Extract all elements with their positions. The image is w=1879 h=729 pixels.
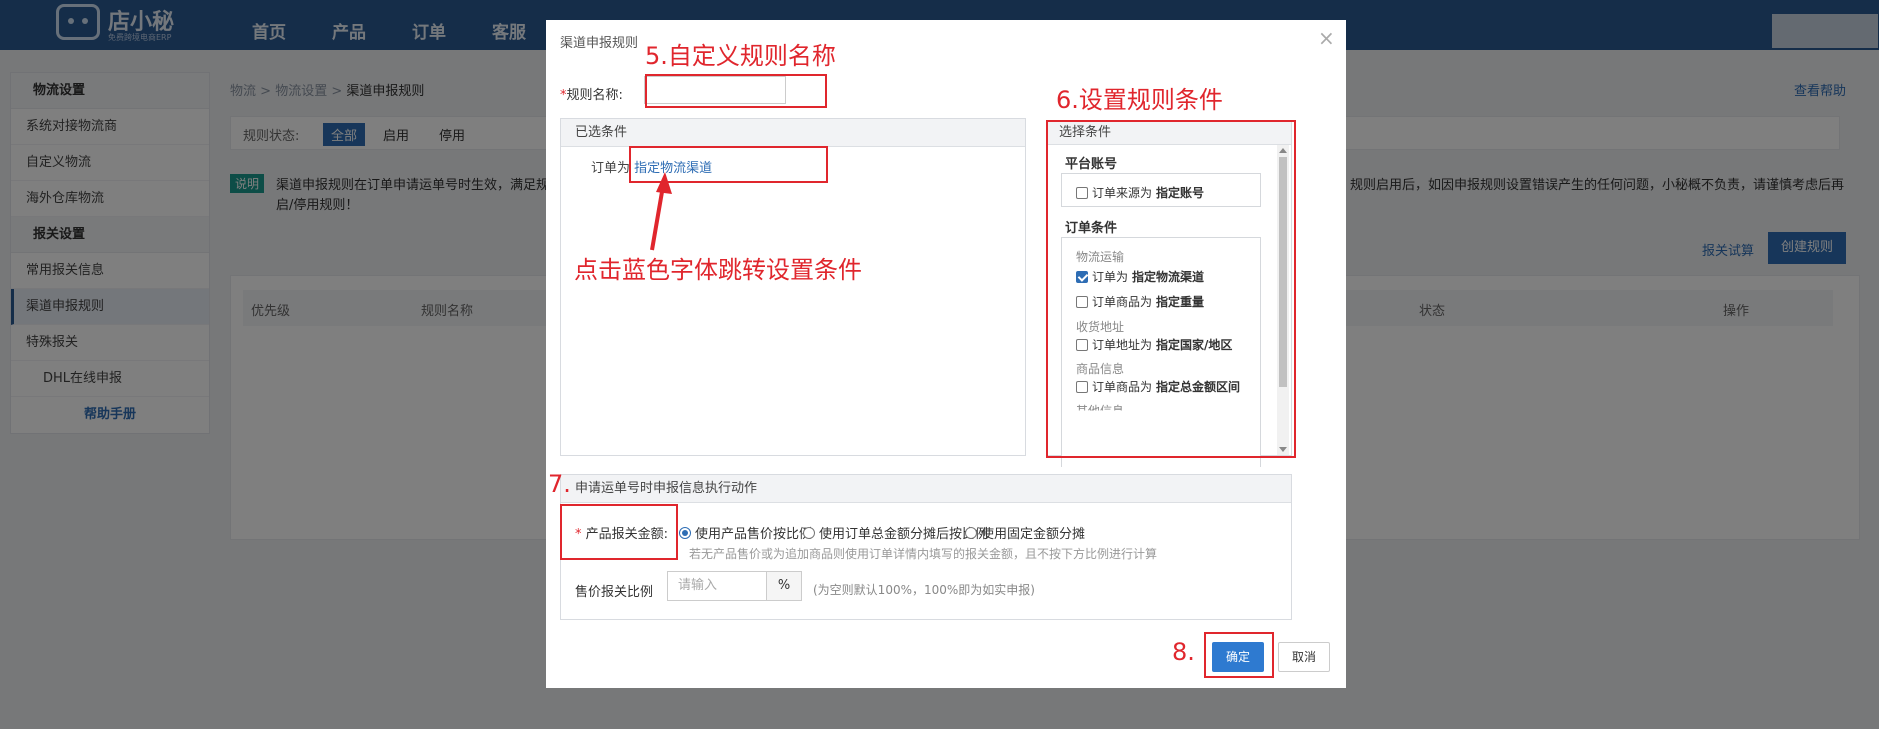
- cancel-button[interactable]: 取消: [1278, 642, 1330, 672]
- radio-label: 使用订单总金额分摊后按比例: [819, 527, 989, 542]
- annotation-step7: 7.: [548, 470, 571, 498]
- ratio-label: 售价报关比例: [575, 585, 654, 600]
- radio-order-total[interactable]: 使用订单总金额分摊后按比例: [803, 523, 988, 542]
- radio-product-price[interactable]: 使用产品售价按比例: [679, 523, 812, 542]
- radio-icon-checked[interactable]: [679, 526, 691, 539]
- annotation-box-condition-link: [629, 146, 828, 183]
- radio-label: 使用产品售价按比例: [695, 527, 813, 542]
- rule-name-label: *规则名称:: [560, 88, 623, 103]
- dialog-title: 渠道申报规则: [560, 36, 639, 51]
- annotation-click-hint: 点击蓝色字体跳转设置条件: [574, 256, 862, 284]
- radio-icon[interactable]: [803, 526, 815, 539]
- radio-icon[interactable]: [965, 526, 977, 539]
- selected-conditions-header: 已选条件: [561, 119, 1025, 147]
- annotation-step5: 5.自定义规则名称: [645, 42, 836, 70]
- rule-name-label-text: 规则名称:: [566, 88, 623, 103]
- condition-prefix: 订单为: [591, 161, 631, 176]
- ratio-input[interactable]: 请输入: [667, 571, 767, 601]
- annotation-step6: 6.设置规则条件: [1056, 86, 1223, 114]
- action-panel-header: 申请运单号时申报信息执行动作: [561, 475, 1291, 503]
- annotation-box-amount: [560, 504, 678, 560]
- amount-hint: 若无产品售价或为追加商品则使用订单详情内填写的报关金额，且不按下方比例进行计算: [689, 547, 1158, 561]
- annotation-box-conditions: [1046, 120, 1296, 458]
- radio-label: 使用固定金额分摊: [981, 527, 1086, 542]
- close-icon[interactable]: ×: [1318, 26, 1335, 50]
- annotation-box-confirm: [1204, 632, 1274, 678]
- ratio-note: (为空则默认100%，100%即为如实申报): [813, 583, 1035, 597]
- percent-addon: %: [766, 571, 802, 601]
- annotation-box-rule-name: [645, 74, 827, 108]
- radio-fixed-amount[interactable]: 使用固定金额分摊: [965, 523, 1085, 542]
- annotation-step8: 8.: [1172, 638, 1195, 666]
